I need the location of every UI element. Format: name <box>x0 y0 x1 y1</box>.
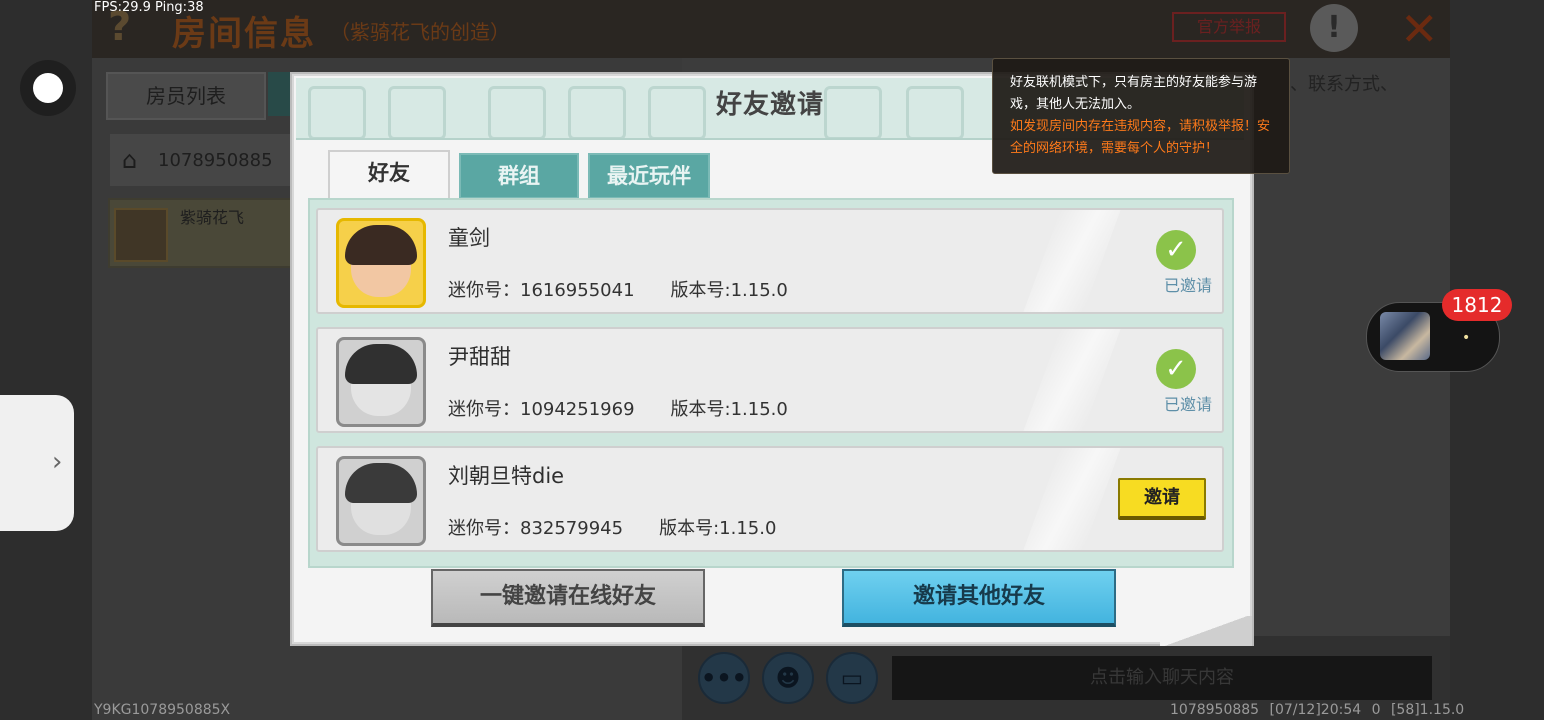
emoji-icon[interactable]: ☻ <box>762 652 814 704</box>
friend-meta: 迷你号：1616955041 版本号:1.15.0 <box>448 276 788 302</box>
page-curl-decoration <box>1160 616 1252 646</box>
row-shine <box>1023 448 1121 550</box>
tooltip-info-text: 好友联机模式下，只有房主的好友能参与游戏，其他人无法加入。 <box>1010 75 1258 112</box>
check-icon: ✓ <box>1156 230 1196 270</box>
report-button[interactable]: 官方举报 <box>1172 12 1286 42</box>
friend-row: 刘朝旦特die 迷你号：832579945 版本号:1.15.0 邀请 <box>316 446 1224 552</box>
friend-name: 童剑 <box>448 226 490 250</box>
tooltip-warning-text: 如发现房间内存在违规内容，请积极举报！安全的网络环境，需要每个人的守护！ <box>1010 119 1271 156</box>
friend-row: 尹甜甜 迷你号：1094251969 版本号:1.15.0 ✓ 已邀请 <box>316 327 1224 433</box>
invite-online-friends-button[interactable]: 一键邀请在线好友 <box>431 569 705 627</box>
friend-avatar <box>336 337 426 427</box>
member-avatar <box>114 208 168 262</box>
version: 版本号:1.15.0 <box>670 399 788 420</box>
avatar-hair <box>345 225 417 265</box>
rules-text: 、联系方式、 <box>1290 74 1398 95</box>
friend-avatar <box>336 456 426 546</box>
avatar-hair <box>345 344 417 384</box>
side-drawer-handle[interactable]: › <box>0 395 74 531</box>
friend-name: 尹甜甜 <box>448 345 511 369</box>
mini-id: 迷你号：1094251969 <box>448 399 635 420</box>
floating-ball-dot <box>33 73 63 103</box>
fps-ping-readout: FPS:29.9 Ping:38 <box>94 0 204 15</box>
tab-recent-players[interactable]: 最近玩伴 <box>588 153 710 199</box>
mini-id: 迷你号：1616955041 <box>448 280 635 301</box>
member-name: 紫骑花飞 <box>180 208 245 227</box>
tab-friends[interactable]: 好友 <box>328 150 450 198</box>
invite-button[interactable]: 邀请 <box>1118 478 1206 520</box>
row-shine <box>1023 329 1121 431</box>
chat-more-icon[interactable]: ••• <box>698 652 750 704</box>
warning-icon[interactable]: ! <box>1310 4 1358 52</box>
invited-status: 已邀请 <box>1163 395 1212 414</box>
mini-id: 迷你号：832579945 <box>448 518 624 539</box>
home-icon: ⌂ <box>122 146 138 174</box>
friend-avatar <box>336 218 426 308</box>
version: 版本号:1.15.0 <box>670 280 788 301</box>
notification-dot: • <box>1462 330 1471 346</box>
friend-meta: 迷你号：832579945 版本号:1.15.0 <box>448 514 776 540</box>
close-icon[interactable]: ✕ <box>1400 2 1439 56</box>
room-id: 1078950885 <box>158 150 273 171</box>
chat-input[interactable]: 点击输入聊天内容 <box>892 656 1432 700</box>
row-shine <box>1023 210 1121 312</box>
notification-thumbnail <box>1380 312 1430 360</box>
friend-name: 刘朝旦特die <box>448 464 565 488</box>
friend-row: 童剑 迷你号：1616955041 版本号:1.15.0 ✓ 已邀请 <box>316 208 1224 314</box>
invited-status: 已邀请 <box>1163 276 1212 295</box>
notification-count-badge: 1812 <box>1442 289 1512 321</box>
version: 版本号:1.15.0 <box>659 518 777 539</box>
room-info-subtitle: （紫骑花飞的创造） <box>330 20 510 44</box>
avatar-hair <box>345 463 417 503</box>
status-info: 1078950885 [07/12]20:54 0 [58]1.15.0 <box>1170 702 1465 718</box>
chevron-right-icon: › <box>52 447 63 477</box>
check-icon: ✓ <box>1156 349 1196 389</box>
invite-other-friends-button[interactable]: 邀请其他好友 <box>842 569 1116 627</box>
device-id: Y9KG1078950885X <box>94 702 231 718</box>
tab-member-list[interactable]: 房员列表 <box>106 72 266 120</box>
friend-meta: 迷你号：1094251969 版本号:1.15.0 <box>448 395 788 421</box>
keyboard-icon[interactable]: ▭ <box>826 652 878 704</box>
tab-groups[interactable]: 群组 <box>459 153 579 199</box>
